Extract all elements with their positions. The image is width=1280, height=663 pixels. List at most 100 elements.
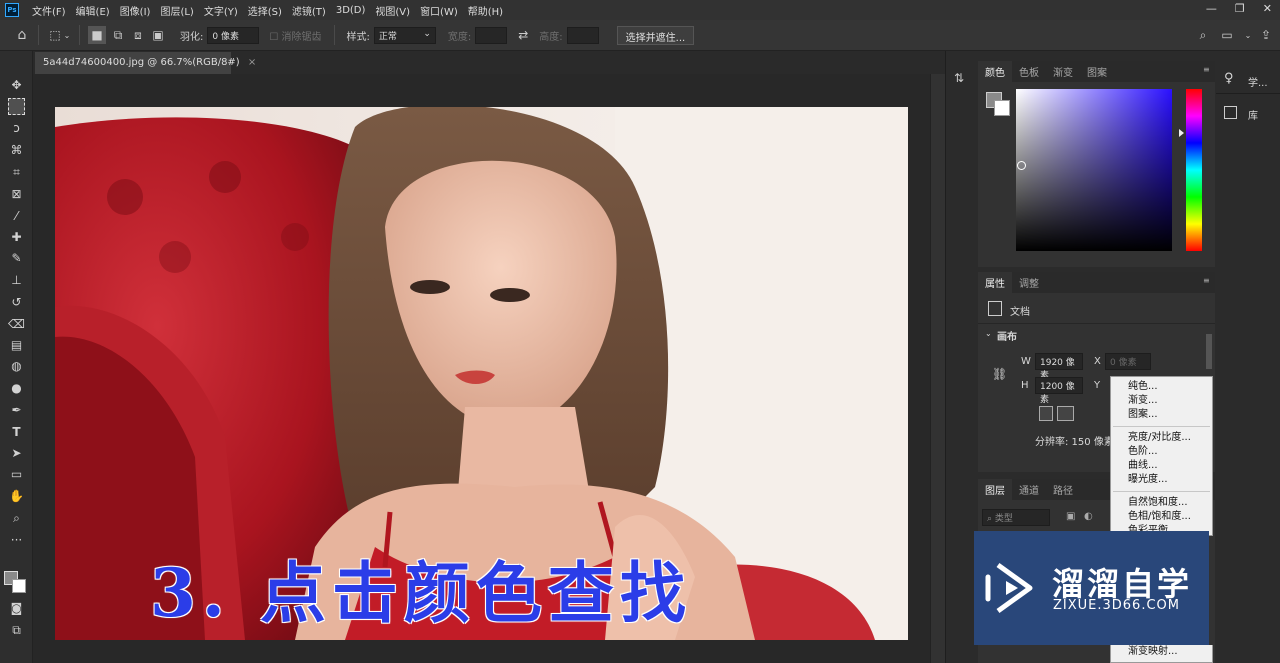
hue-slider[interactable] — [1186, 89, 1202, 251]
eraser-tool-icon[interactable]: ⌫ — [8, 316, 25, 333]
vertical-scrollbar[interactable] — [930, 74, 945, 663]
share-icon[interactable]: ⇪ — [1258, 27, 1274, 43]
history-brush-tool-icon[interactable]: ↺ — [8, 294, 25, 311]
landscape-orientation-icon[interactable] — [1057, 406, 1074, 421]
layer-filter-select[interactable]: ⌕ 类型 — [982, 509, 1050, 526]
select-and-mask-button[interactable]: 选择并遮住... — [616, 25, 695, 45]
chevron-down-icon[interactable]: ⌄ — [985, 329, 992, 338]
panel-menu-icon[interactable]: ≡ — [1203, 276, 1210, 285]
tab-patterns[interactable]: 图案 — [1080, 61, 1114, 82]
menu-item-pattern[interactable]: 图案... — [1111, 408, 1212, 422]
tab-color[interactable]: 颜色 — [978, 61, 1012, 82]
crop-tool-icon[interactable]: ⌗ — [8, 164, 25, 181]
tab-swatches[interactable]: 色板 — [1012, 61, 1046, 82]
width-input[interactable] — [475, 26, 508, 44]
intersect-selection-icon[interactable]: ▣ — [150, 27, 166, 43]
color-picker-handle[interactable] — [1017, 161, 1026, 170]
tab-adjustments[interactable]: 调整 — [1012, 272, 1046, 293]
restore-button[interactable]: ❐ — [1235, 2, 1245, 15]
rect-marquee-preset-icon[interactable]: ⬚ — [47, 27, 63, 43]
healing-tool-icon[interactable]: ✚ — [8, 229, 25, 246]
stamp-tool-icon[interactable]: ⊥ — [8, 272, 25, 289]
menu-item-gradient-map[interactable]: 渐变映射... — [1111, 645, 1212, 659]
menu-help[interactable]: 帮助(H) — [463, 3, 508, 18]
close-icon[interactable]: × — [248, 57, 256, 68]
quick-mask-icon[interactable]: ◙ — [8, 600, 25, 617]
hand-tool-icon[interactable]: ✋ — [8, 488, 25, 505]
blur-tool-icon[interactable]: ◍ — [8, 358, 25, 375]
zoom-tool-icon[interactable]: ⌕ — [8, 510, 25, 527]
document-tab[interactable]: 5a44d74600400.jpg @ 66.7%(RGB/8#) × — [35, 52, 256, 74]
quick-select-tool-icon[interactable]: ⌘ — [8, 142, 25, 159]
chevron-down-icon[interactable]: ⌄ — [63, 27, 71, 43]
library-panel-icon[interactable] — [1224, 106, 1237, 119]
minimize-button[interactable]: — — [1206, 2, 1217, 15]
learn-panel-icon[interactable]: ♀ — [1224, 71, 1234, 86]
menu-item-levels[interactable]: 色阶... — [1111, 445, 1212, 459]
image-filter-icon[interactable]: ▣ — [1066, 511, 1075, 522]
hue-slider-handle[interactable] — [1179, 129, 1184, 137]
color-bg-swatch[interactable] — [994, 100, 1010, 116]
learn-panel-label[interactable]: 学... — [1248, 74, 1268, 89]
history-panel-icon[interactable]: ⇅ — [954, 71, 964, 85]
menu-3d[interactable]: 3D(D) — [331, 5, 371, 16]
home-icon[interactable]: ⌂ — [14, 27, 30, 43]
tab-channels[interactable]: 通道 — [1012, 479, 1046, 500]
screen-mode-icon[interactable]: ⧉ — [8, 622, 25, 639]
menu-edit[interactable]: 编辑(E) — [71, 3, 115, 18]
portrait-orientation-icon[interactable] — [1039, 406, 1053, 421]
menu-item-exposure[interactable]: 曝光度... — [1111, 473, 1212, 487]
move-tool-icon[interactable]: ✥ — [8, 77, 25, 94]
height-input[interactable] — [566, 26, 599, 44]
marquee-tool-icon[interactable] — [8, 98, 25, 115]
shape-tool-icon[interactable]: ▭ — [8, 466, 25, 483]
menu-select[interactable]: 选择(S) — [243, 3, 287, 18]
menu-file[interactable]: 文件(F) — [27, 3, 71, 18]
eyedropper-tool-icon[interactable]: ⁄ — [8, 208, 25, 225]
gradient-tool-icon[interactable]: ▤ — [8, 337, 25, 354]
tab-gradients[interactable]: 渐变 — [1046, 61, 1080, 82]
color-field[interactable] — [1016, 89, 1172, 251]
canvas-x-input[interactable]: 0 像素 — [1105, 353, 1151, 370]
tab-layers[interactable]: 图层 — [978, 479, 1012, 500]
brush-tool-icon[interactable]: ✎ — [8, 250, 25, 267]
menu-view[interactable]: 视图(V) — [370, 3, 415, 18]
dodge-tool-icon[interactable]: ● — [8, 380, 25, 397]
menu-item-vibrance[interactable]: 自然饱和度... — [1111, 496, 1212, 510]
pen-tool-icon[interactable]: ✒ — [8, 402, 25, 419]
menu-filter[interactable]: 滤镜(T) — [287, 3, 331, 18]
menu-window[interactable]: 窗口(W) — [415, 3, 463, 18]
subtract-selection-icon[interactable]: ⧈ — [130, 27, 146, 43]
lasso-tool-icon[interactable]: ↄ — [8, 120, 25, 137]
new-selection-icon[interactable]: ■ — [88, 26, 106, 44]
add-selection-icon[interactable]: ⧉ — [110, 27, 126, 43]
canvas-width-input[interactable]: 1920 像素 — [1035, 353, 1083, 381]
panel-menu-icon[interactable]: ≡ — [1203, 65, 1210, 74]
frame-tool-icon[interactable]: ⊠ — [8, 186, 25, 203]
properties-scrollbar[interactable] — [1206, 334, 1212, 369]
workspace-icon[interactable]: ▭ — [1219, 27, 1235, 43]
menu-layer[interactable]: 图层(L) — [155, 3, 198, 18]
path-select-tool-icon[interactable]: ➤ — [8, 445, 25, 462]
menu-item-solid-color[interactable]: 纯色... — [1111, 380, 1212, 394]
menu-item-curves[interactable]: 曲线... — [1111, 459, 1212, 473]
more-tools-icon[interactable]: ··· — [8, 532, 25, 549]
type-tool-icon[interactable]: T — [8, 424, 25, 441]
style-select[interactable]: 正常 ⌄ — [373, 26, 436, 44]
tab-properties[interactable]: 属性 — [978, 272, 1012, 293]
feather-input[interactable]: 0 像素 — [207, 26, 260, 44]
swap-icon[interactable]: ⇄ — [515, 27, 531, 43]
link-icon[interactable]: ⛓ — [992, 367, 1007, 381]
menu-item-gradient[interactable]: 渐变... — [1111, 394, 1212, 408]
menu-item-brightness-contrast[interactable]: 亮度/对比度... — [1111, 431, 1212, 445]
menu-image[interactable]: 图像(I) — [115, 3, 156, 18]
search-icon[interactable]: ⌕ — [1195, 27, 1211, 43]
tab-paths[interactable]: 路径 — [1046, 479, 1080, 500]
adjust-filter-icon[interactable]: ◐ — [1084, 511, 1093, 522]
background-color-swatch[interactable] — [12, 579, 26, 593]
antialias-checkbox[interactable]: ☐ 消除锯齿 — [269, 28, 321, 43]
chevron-down-icon[interactable]: ⌄ — [1240, 27, 1256, 43]
menu-type[interactable]: 文字(Y) — [199, 3, 243, 18]
library-panel-label[interactable]: 库 — [1248, 107, 1258, 122]
close-window-button[interactable]: ✕ — [1263, 2, 1272, 15]
